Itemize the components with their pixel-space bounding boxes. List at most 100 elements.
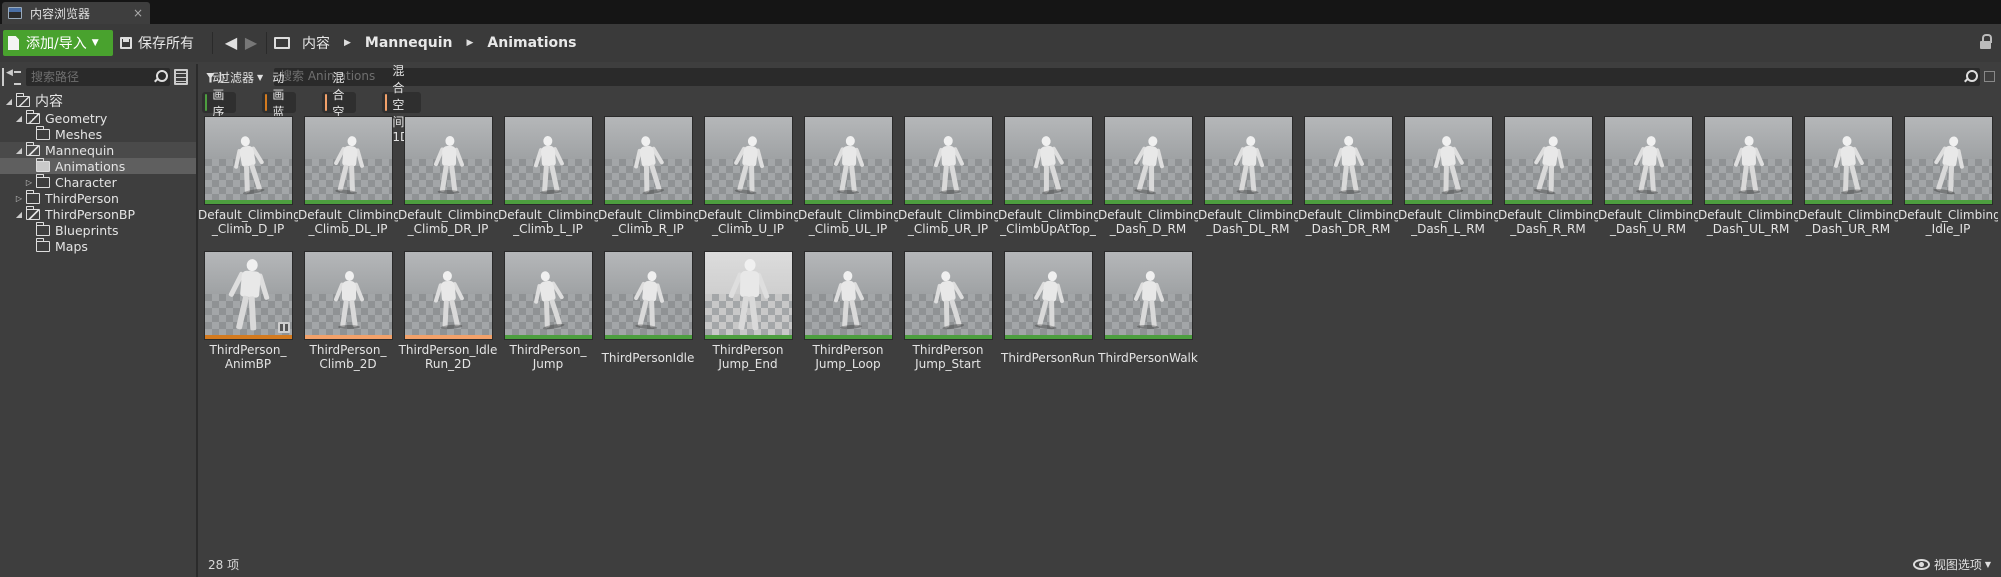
asset-tile[interactable]: ThirdPerson_ AnimBP bbox=[198, 251, 294, 381]
tree-item-label: Animations bbox=[55, 158, 126, 174]
asset-tile[interactable]: ThirdPerson_Idle Run_2D bbox=[398, 251, 497, 381]
close-icon[interactable]: × bbox=[130, 6, 146, 20]
tree-item[interactable]: ◢ Mannequin bbox=[0, 141, 196, 158]
folder-open-icon[interactable] bbox=[274, 37, 290, 49]
asset-label: ThirdPersonWalk bbox=[1098, 351, 1198, 365]
toolbar-divider bbox=[212, 32, 213, 54]
mannequin-figure bbox=[331, 135, 367, 196]
asset-tile[interactable]: Default_Climbing _Idle_IP bbox=[1898, 116, 1998, 246]
forward-arrow-icon[interactable]: ▶ bbox=[242, 33, 260, 53]
filter-chip[interactable]: 动画蓝图 bbox=[262, 71, 297, 136]
asset-label: ThirdPersonIdle bbox=[601, 351, 695, 365]
asset-tile[interactable]: Default_Climbing _Dash_L_RM bbox=[1398, 116, 1498, 246]
asset-tile[interactable]: ThirdPersonRun bbox=[998, 251, 1095, 381]
breadcrumb-item-animations[interactable]: Animations bbox=[487, 35, 576, 51]
asset-tile[interactable]: Default_Climbing _Dash_DR_RM bbox=[1298, 116, 1398, 246]
back-arrow-icon[interactable]: ◀ bbox=[222, 33, 240, 53]
breadcrumb-arrow-icon[interactable]: ▶ bbox=[466, 38, 473, 48]
asset-label: Default_Climbing _Climb_U_IP bbox=[698, 208, 798, 236]
asset-tile[interactable]: Default_Climbing _Dash_DL_RM bbox=[1198, 116, 1298, 246]
tree-item[interactable]: Animations bbox=[0, 157, 196, 174]
tree-item[interactable]: Meshes bbox=[0, 125, 196, 142]
search-icon[interactable] bbox=[153, 70, 168, 83]
expanded-arrow-icon[interactable]: ◢ bbox=[14, 146, 24, 155]
tree-item[interactable]: ◢ ThirdPersonBP bbox=[0, 205, 196, 222]
asset-type-bar bbox=[205, 335, 292, 339]
asset-thumbnail bbox=[904, 251, 993, 340]
asset-tile[interactable]: Default_Climbing _ClimbUpAtTop_ IP bbox=[998, 116, 1098, 246]
asset-thumbnail bbox=[404, 116, 493, 205]
asset-tile[interactable]: Default_Climbing _Climb_UL_IP bbox=[798, 116, 898, 246]
mannequin-figure bbox=[1132, 271, 1165, 330]
collapsed-arrow-icon[interactable]: ▷ bbox=[14, 194, 24, 203]
asset-tile[interactable]: Default_Climbing _Dash_UR_RM bbox=[1798, 116, 1898, 246]
asset-tile[interactable]: Default_Climbing _Dash_UL_RM bbox=[1698, 116, 1798, 246]
path-search-input[interactable] bbox=[31, 70, 151, 84]
expanded-arrow-icon[interactable]: ◢ bbox=[4, 97, 14, 106]
add-import-button[interactable]: 添加/导入 ▼ bbox=[3, 30, 113, 56]
caret-down-icon: ▼ bbox=[1984, 560, 1991, 569]
asset-tile[interactable]: Default_Climbing _Climb_D_IP bbox=[198, 116, 298, 246]
tree-item[interactable]: Blueprints bbox=[0, 221, 196, 238]
tree-item[interactable]: ◢ 内容 bbox=[0, 92, 196, 110]
breadcrumb-arrow-icon[interactable]: ▶ bbox=[344, 38, 351, 48]
mannequin-figure bbox=[1632, 135, 1666, 195]
asset-tile[interactable]: ThirdPerson_ Jump bbox=[498, 251, 594, 381]
asset-grid: Default_Climbing _Climb_D_IP Default_Clim… bbox=[198, 116, 2001, 536]
asset-tile[interactable]: Default_Climbing _Climb_DL_IP bbox=[298, 116, 398, 246]
asset-search-input[interactable] bbox=[280, 69, 1880, 83]
breadcrumb-item-content[interactable]: 内容 bbox=[302, 33, 330, 53]
mannequin-figure bbox=[932, 135, 965, 195]
asset-type-bar bbox=[1705, 200, 1792, 204]
asset-thumbnail bbox=[804, 251, 893, 340]
breadcrumb-item-mannequin[interactable]: Mannequin bbox=[365, 35, 453, 51]
asset-thumbnail bbox=[404, 251, 493, 340]
expanded-arrow-icon[interactable]: ◢ bbox=[14, 210, 24, 219]
tab-content-browser[interactable]: 内容浏览器 × bbox=[2, 2, 150, 24]
asset-thumbnail bbox=[1104, 251, 1193, 340]
asset-thumbnail bbox=[804, 116, 893, 205]
asset-tile[interactable]: Default_Climbing _Dash_D_RM bbox=[1098, 116, 1198, 246]
mannequin-figure bbox=[832, 270, 866, 330]
asset-tile[interactable]: Default_Climbing _Dash_U_RM bbox=[1598, 116, 1698, 246]
asset-tile[interactable]: Default_Climbing _Climb_L_IP bbox=[498, 116, 598, 246]
tree-item[interactable]: Maps bbox=[0, 237, 196, 254]
lock-icon[interactable] bbox=[1979, 34, 1993, 50]
tree-item[interactable]: ▷ ThirdPerson bbox=[0, 189, 196, 206]
mannequin-figure bbox=[832, 136, 865, 195]
asset-thumbnail bbox=[1504, 116, 1593, 205]
asset-tile[interactable]: ThirdPerson Jump_End bbox=[698, 251, 794, 381]
asset-tile[interactable]: ThirdPerson Jump_Start bbox=[898, 251, 994, 381]
asset-tile[interactable]: Default_Climbing _Climb_R_IP bbox=[598, 116, 698, 246]
filter-chip[interactable]: 动画序列 bbox=[202, 71, 237, 136]
view-options-button[interactable]: 视图选项 ▼ bbox=[1912, 556, 1991, 573]
save-search-icon[interactable] bbox=[1984, 71, 1995, 82]
search-icon[interactable] bbox=[1963, 70, 1978, 83]
asset-type-bar bbox=[1005, 200, 1092, 204]
asset-thumbnail bbox=[1904, 116, 1993, 205]
save-all-button[interactable]: 保存所有 bbox=[120, 30, 194, 56]
asset-tile[interactable]: ThirdPerson Jump_Loop bbox=[798, 251, 894, 381]
asset-tile[interactable]: Default_Climbing _Climb_U_IP bbox=[698, 116, 798, 246]
eye-icon bbox=[1912, 559, 1930, 570]
asset-tile[interactable]: ThirdPersonWalk bbox=[1098, 251, 1198, 381]
collections-list-icon[interactable] bbox=[174, 69, 188, 85]
filter-chip[interactable]: 混合空间1D bbox=[382, 64, 421, 144]
asset-tile[interactable]: Default_Climbing _Climb_UR_IP bbox=[898, 116, 998, 246]
asset-type-bar bbox=[605, 335, 692, 339]
asset-type-bar bbox=[405, 335, 492, 339]
tree-item[interactable]: ▷ Character bbox=[0, 173, 196, 190]
item-count: 28 项 bbox=[208, 558, 240, 572]
expanded-arrow-icon[interactable]: ◢ bbox=[14, 114, 24, 123]
tree-item[interactable]: ◢ Geometry bbox=[0, 109, 196, 126]
asset-tile[interactable]: Default_Climbing _Dash_R_RM bbox=[1498, 116, 1598, 246]
asset-tile[interactable]: ThirdPerson_ Climb_2D bbox=[298, 251, 394, 381]
collapsed-arrow-icon[interactable]: ▷ bbox=[24, 178, 34, 187]
asset-view: 过滤器 ▼ 动画序列动画蓝图混合空间混合空间1D Default_Climbin… bbox=[198, 64, 2001, 577]
collapse-sources-icon[interactable] bbox=[2, 68, 21, 86]
filter-chip[interactable]: 混合空间 bbox=[322, 71, 357, 136]
asset-tile[interactable]: ThirdPersonIdle bbox=[598, 251, 694, 381]
mannequin-figure bbox=[431, 270, 466, 330]
asset-tile[interactable]: Default_Climbing _Climb_DR_IP bbox=[398, 116, 498, 246]
folder-icon bbox=[35, 157, 50, 172]
